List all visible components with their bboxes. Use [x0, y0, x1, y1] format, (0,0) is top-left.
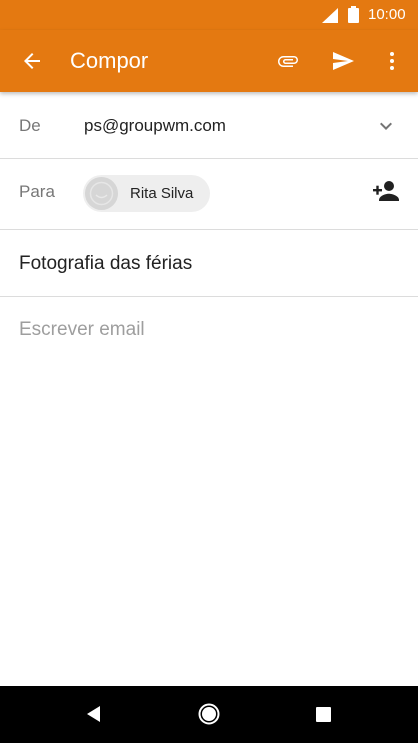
to-label: Para	[19, 182, 55, 201]
recipient-name: Rita Silva	[130, 185, 194, 202]
from-account-select[interactable]: ps@groupwm.com	[84, 116, 226, 136]
email-body-input[interactable]: Escrever email	[0, 297, 418, 686]
nav-back-icon[interactable]	[84, 704, 104, 724]
body-placeholder: Escrever email	[19, 319, 145, 340]
avatar-placeholder-icon	[85, 177, 118, 210]
subject-field[interactable]: Fotografia das férias	[19, 253, 192, 275]
add-contact-icon[interactable]	[372, 179, 400, 203]
paperclip-icon[interactable]	[276, 49, 300, 73]
nav-home-icon[interactable]	[198, 703, 220, 725]
avatar	[85, 177, 118, 210]
signal-icon	[322, 8, 338, 23]
subject-row[interactable]: Fotografia das férias	[0, 230, 418, 297]
recipient-chip[interactable]: Rita Silva	[83, 175, 210, 212]
from-row: De ps@groupwm.com	[0, 92, 418, 159]
back-arrow-icon[interactable]	[20, 49, 44, 73]
nav-recent-icon[interactable]	[316, 707, 331, 722]
app-bar: Compor	[0, 30, 418, 92]
status-time: 10:00	[368, 6, 406, 23]
more-vert-icon[interactable]	[380, 49, 404, 73]
chevron-down-icon[interactable]	[374, 114, 398, 138]
battery-icon	[348, 6, 359, 23]
from-label: De	[19, 116, 41, 135]
to-row: Para Rita Silva	[0, 159, 418, 230]
send-icon[interactable]	[331, 49, 355, 73]
navigation-bar	[0, 686, 418, 743]
status-bar: 10:00	[0, 0, 418, 30]
page-title: Compor	[70, 48, 149, 73]
